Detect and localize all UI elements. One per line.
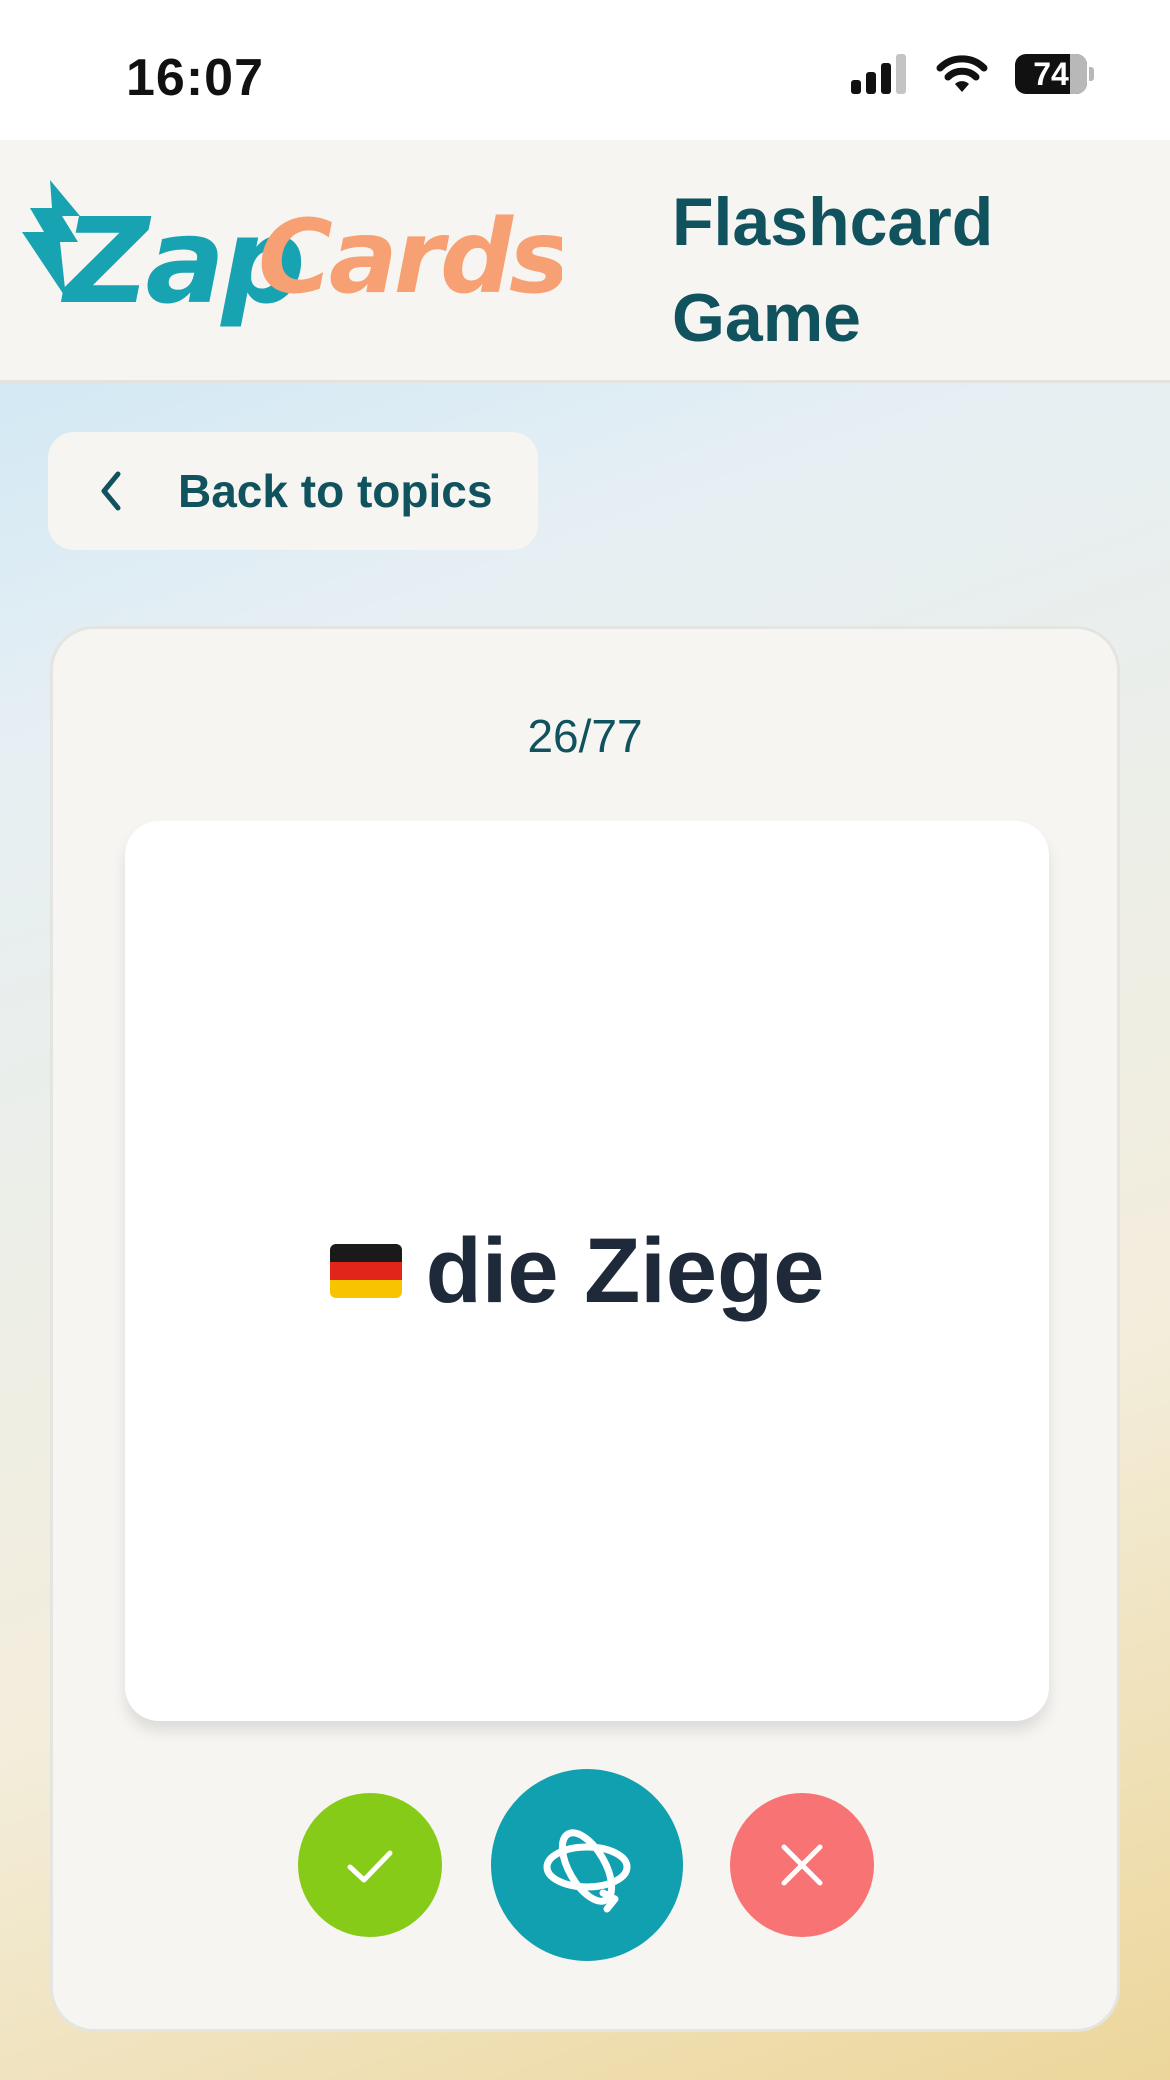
check-icon: [347, 1850, 393, 1883]
battery-icon: 74: [1015, 54, 1094, 94]
status-bar: 16:07 74: [0, 0, 1170, 140]
card-word: die Ziege: [329, 1219, 825, 1324]
back-button-label: Back to topics: [178, 465, 493, 517]
app-header: Zap Cards Flashcard Game: [0, 140, 1170, 383]
cellular-signal-icon: [851, 54, 906, 94]
wifi-icon: [936, 55, 988, 92]
flashcard[interactable]: die Ziege: [125, 821, 1049, 1721]
status-icons: 74: [851, 54, 1094, 94]
chevron-left-icon: [101, 471, 121, 511]
flashcard-game-panel: 26/77 die Ziege: [50, 626, 1120, 2032]
german-flag-icon: [329, 1244, 402, 1298]
logo-text-cards: Cards: [258, 198, 562, 317]
flip-card-button[interactable]: [491, 1769, 683, 1961]
flip-rotate-icon: [543, 1829, 631, 1913]
wrong-button[interactable]: [730, 1793, 874, 1937]
card-word-text: die Ziege: [425, 1219, 825, 1322]
back-to-topics-button[interactable]: Back to topics: [48, 432, 538, 550]
page-title: Flashcard Game: [672, 184, 994, 356]
status-time: 16:07: [126, 49, 264, 107]
close-icon: [781, 1844, 823, 1886]
zapcards-logo[interactable]: Zap Cards: [22, 180, 562, 330]
card-counter: 26/77: [527, 710, 643, 762]
battery-level: 74: [1033, 55, 1069, 92]
correct-button[interactable]: [298, 1793, 442, 1937]
